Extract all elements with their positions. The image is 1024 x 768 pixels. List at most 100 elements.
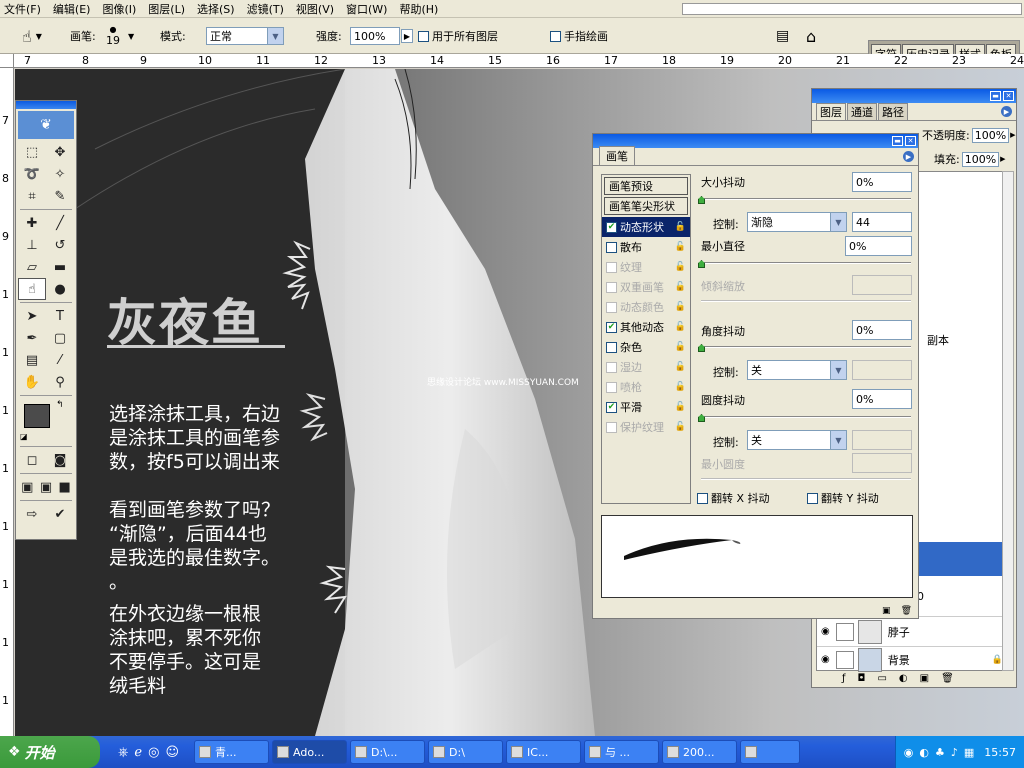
qq-icon[interactable]: ☺ bbox=[165, 745, 179, 760]
ruler-left[interactable]: 789111111111 bbox=[0, 68, 14, 736]
help-search-input[interactable] bbox=[682, 2, 1022, 15]
zoom-tool-icon[interactable]: ⚲ bbox=[46, 371, 74, 393]
ruler-top[interactable]: 7 8 9 10 11 12 13 14 15 16 17 18 19 20 21 22 23 24 bbox=[14, 54, 1024, 68]
lock-icon[interactable]: 🔓 bbox=[675, 342, 686, 352]
pen-tool-icon[interactable]: ✒ bbox=[18, 327, 46, 349]
menu-help[interactable]: 帮助(H) bbox=[399, 1, 438, 17]
finger-paint-checkbox[interactable]: 手指绘画 bbox=[550, 18, 608, 54]
size-jitter-slider[interactable] bbox=[701, 198, 911, 200]
tab-layers[interactable]: 图层 bbox=[816, 103, 846, 120]
roundness-jitter-slider[interactable] bbox=[701, 416, 911, 418]
show-desktop-icon[interactable]: ⎈ bbox=[118, 745, 128, 760]
angle-jitter-input[interactable]: 0% bbox=[852, 320, 912, 340]
fill-input[interactable]: 100% bbox=[961, 151, 1000, 167]
palette-well-icon[interactable]: ⌂ bbox=[806, 18, 816, 54]
screen-mode-full-icon[interactable]: ■ bbox=[55, 476, 74, 498]
taskbar-button-2[interactable]: D:\... bbox=[350, 740, 426, 764]
tray-icon[interactable]: ◉ bbox=[904, 746, 914, 759]
fade-steps-input[interactable]: 44 bbox=[852, 212, 912, 232]
ruler-origin[interactable] bbox=[0, 54, 14, 68]
history-brush-tool-icon[interactable]: ↺ bbox=[46, 234, 74, 256]
path-selection-tool-icon[interactable]: ➤ bbox=[18, 305, 46, 327]
edit-in-imageready-icon[interactable]: ✔ bbox=[46, 503, 74, 525]
quick-mask-mode-icon[interactable]: ◙ bbox=[46, 449, 74, 471]
layers-scrollbar[interactable] bbox=[1002, 171, 1014, 671]
minimize-icon[interactable]: ▬ bbox=[892, 136, 903, 146]
move-tool-icon[interactable]: ✥ bbox=[46, 141, 74, 163]
lock-icon[interactable]: 🔓 bbox=[675, 382, 686, 392]
file-browser-icon[interactable]: ▤ bbox=[776, 18, 789, 54]
control-select-3[interactable]: 关 ▼ bbox=[747, 430, 847, 450]
lock-icon[interactable]: 🔓 bbox=[675, 262, 686, 272]
jump-to-imageready-icon[interactable]: ⇨ bbox=[18, 503, 46, 525]
layer-style-icon[interactable]: ƒ bbox=[842, 673, 846, 684]
standard-mode-icon[interactable]: ◻ bbox=[18, 449, 46, 471]
notes-tool-icon[interactable]: ▤ bbox=[18, 349, 46, 371]
lasso-tool-icon[interactable]: ➰ bbox=[18, 163, 46, 185]
feather-logo-icon[interactable]: ❦ bbox=[18, 111, 74, 139]
browser-icon[interactable]: ◎ bbox=[148, 745, 159, 760]
lock-icon[interactable]: 🔓 bbox=[675, 282, 686, 292]
close-icon[interactable]: ✕ bbox=[1003, 91, 1014, 101]
taskbar-button-6[interactable]: 200... bbox=[662, 740, 738, 764]
opacity-input[interactable]: 100% bbox=[971, 127, 1010, 143]
flip-y-checkbox[interactable]: 翻转 Y 抖动 bbox=[807, 490, 879, 506]
crop-tool-icon[interactable]: ⌗ bbox=[18, 185, 46, 207]
menu-layer[interactable]: 图层(L) bbox=[148, 1, 185, 17]
default-colors-icon[interactable]: ◪ bbox=[20, 432, 28, 441]
lock-icon[interactable]: 🔓 bbox=[675, 422, 686, 432]
brush-setting-6[interactable]: 杂色 🔓 bbox=[602, 337, 690, 357]
link-box[interactable] bbox=[835, 622, 854, 641]
mask-icon[interactable]: ◘ bbox=[858, 673, 866, 684]
all-layers-checkbox[interactable]: 用于所有图层 bbox=[418, 18, 498, 54]
taskbar-button-4[interactable]: IC... bbox=[506, 740, 582, 764]
tab-channels[interactable]: 通道 bbox=[847, 103, 877, 120]
ie-icon[interactable]: ℯ bbox=[134, 745, 142, 760]
start-button[interactable]: ❖ 开始 bbox=[0, 736, 100, 768]
menu-select[interactable]: 选择(S) bbox=[197, 1, 235, 17]
new-set-icon[interactable]: ▭ bbox=[877, 673, 886, 684]
screen-mode-standard-icon[interactable]: ▣ bbox=[18, 476, 37, 498]
smudge-tool-preset-icon[interactable]: ☝ ▼ bbox=[22, 18, 42, 54]
tray-icon[interactable]: ◐ bbox=[919, 746, 929, 759]
lock-icon[interactable]: 🔓 bbox=[675, 222, 686, 232]
lock-icon[interactable]: 🔓 bbox=[675, 362, 686, 372]
slice-tool-icon[interactable]: ✎ bbox=[46, 185, 74, 207]
lock-icon[interactable]: 🔓 bbox=[675, 402, 686, 412]
fill-arrow-icon[interactable]: ▶ bbox=[1000, 155, 1005, 163]
eye-icon[interactable]: ◉ bbox=[821, 626, 830, 637]
min-diameter-input[interactable]: 0% bbox=[845, 236, 912, 256]
swap-colors-icon[interactable]: ↰ bbox=[56, 400, 64, 410]
link-box[interactable] bbox=[835, 650, 854, 669]
opacity-arrow-icon[interactable]: ▶ bbox=[1010, 131, 1015, 139]
taskbar-button-1[interactable]: Ado... bbox=[272, 740, 348, 764]
gradient-tool-icon[interactable]: ▬ bbox=[46, 256, 74, 278]
tray-icon[interactable]: ▦ bbox=[964, 746, 974, 759]
lock-icon[interactable]: 🔓 bbox=[675, 302, 686, 312]
new-brush-icon[interactable]: ▣ bbox=[882, 606, 891, 616]
angle-jitter-slider[interactable] bbox=[701, 346, 911, 348]
brush-tip-shape-button[interactable]: 画笔笔尖形状 bbox=[604, 197, 688, 215]
minimize-icon[interactable]: ▬ bbox=[990, 91, 1001, 101]
layers-menu-arrow-icon[interactable]: ▶ bbox=[1001, 106, 1012, 117]
lock-icon[interactable]: 🔓 bbox=[675, 242, 686, 252]
brush-dropdown-icon[interactable]: ▼ bbox=[128, 32, 134, 41]
roundness-jitter-input[interactable]: 0% bbox=[852, 389, 912, 409]
size-jitter-input[interactable]: 0% bbox=[852, 172, 912, 192]
brush-presets-button[interactable]: 画笔预设 bbox=[604, 177, 688, 195]
brush-picker[interactable]: ● 19 bbox=[106, 18, 120, 54]
shape-tool-icon[interactable]: ▢ bbox=[46, 327, 74, 349]
brush-setting-9[interactable]: ✔ 平滑 🔓 bbox=[602, 397, 690, 417]
foreground-color-swatch[interactable] bbox=[24, 404, 50, 428]
taskbar-button-5[interactable]: 与 ... bbox=[584, 740, 660, 764]
close-icon[interactable]: ✕ bbox=[905, 136, 916, 146]
taskbar-button-3[interactable]: D:\ bbox=[428, 740, 504, 764]
brush-setting-1[interactable]: 散布 🔓 bbox=[602, 237, 690, 257]
hand-tool-icon[interactable]: ✋ bbox=[18, 371, 46, 393]
menu-window[interactable]: 窗口(W) bbox=[346, 1, 387, 17]
lock-icon[interactable]: 🔓 bbox=[675, 322, 686, 332]
menu-view[interactable]: 视图(V) bbox=[296, 1, 334, 17]
eyedropper-tool-icon[interactable]: ⁄ bbox=[46, 349, 74, 371]
strength-arrow-icon[interactable]: ▶ bbox=[401, 29, 413, 43]
taskbar-button-0[interactable]: 青... bbox=[194, 740, 270, 764]
